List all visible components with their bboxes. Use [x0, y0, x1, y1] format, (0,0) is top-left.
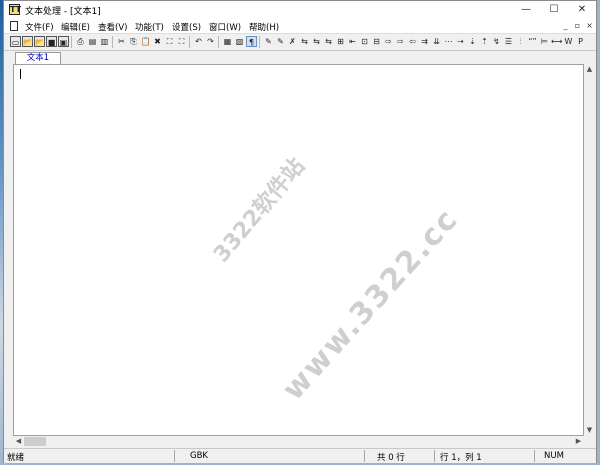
title-bar[interactable]: TT 文本处理 - [文本1] — ☐ ✕: [4, 1, 596, 19]
status-divider: [174, 450, 175, 462]
document-icon[interactable]: [10, 21, 18, 31]
tool-g-icon[interactable]: ⊞: [335, 36, 346, 47]
vertical-scrollbar[interactable]: ▲ ▼: [584, 64, 595, 436]
minimize-button[interactable]: —: [512, 1, 540, 19]
tool-q-icon[interactable]: ⇢: [455, 36, 466, 47]
tool-p-icon[interactable]: ⋯: [443, 36, 454, 47]
status-divider: [364, 450, 365, 462]
print-preview-icon[interactable]: ▤: [87, 36, 98, 47]
open-recent-icon[interactable]: 📂: [34, 36, 45, 47]
tool-c-icon[interactable]: ✗: [287, 36, 298, 47]
app-icon: TT: [9, 4, 22, 15]
tool-l-icon[interactable]: ⇨: [395, 36, 406, 47]
status-divider: [434, 450, 435, 462]
menu-settings[interactable]: 设置(S): [172, 21, 201, 33]
window-title: 文本处理 - [文本1]: [25, 7, 101, 17]
tool-o-icon[interactable]: ⇊: [431, 36, 442, 47]
mdi-minimize-button[interactable]: _: [560, 20, 571, 31]
tool-a-icon[interactable]: ✎: [263, 36, 274, 47]
text-editor[interactable]: 3322软件站 www.3322.cc: [13, 64, 584, 436]
tool-e-icon[interactable]: ⇆: [311, 36, 322, 47]
status-numlock: NUM: [544, 451, 564, 461]
menu-bar: 文件(F) 编辑(E) 查看(V) 功能(T) 设置(S) 窗口(W) 帮助(H…: [4, 19, 596, 33]
menu-help[interactable]: 帮助(H): [249, 21, 279, 33]
app-window: TT 文本处理 - [文本1] — ☐ ✕ 文件(F) 编辑(E) 查看(V) …: [3, 0, 597, 463]
scroll-up-arrow-icon[interactable]: ▲: [584, 64, 595, 75]
tool-v-icon[interactable]: ⫶: [515, 36, 526, 47]
tool-s-icon[interactable]: ⇡: [479, 36, 490, 47]
undo-icon[interactable]: ↶: [193, 36, 204, 47]
page-setup-icon[interactable]: ▥: [99, 36, 110, 47]
pilcrow-icon[interactable]: ¶: [246, 36, 257, 47]
p-icon[interactable]: P: [575, 36, 586, 47]
tool-u-icon[interactable]: ☰: [503, 36, 514, 47]
print-icon[interactable]: ⎙: [75, 36, 86, 47]
status-divider: [534, 450, 535, 462]
window-icon[interactable]: ▧: [234, 36, 245, 47]
tool-t-icon[interactable]: ↯: [491, 36, 502, 47]
status-ready: 就绪: [7, 453, 25, 463]
maximize-button[interactable]: ☐: [540, 1, 568, 19]
tool-i-icon[interactable]: ⊡: [359, 36, 370, 47]
tool-k-icon[interactable]: ⇨: [383, 36, 394, 47]
toolbar-separator: [112, 36, 113, 48]
menu-view[interactable]: 查看(V): [98, 21, 127, 33]
width-icon[interactable]: ⟷: [551, 36, 562, 47]
align-icon[interactable]: ⊨: [539, 36, 550, 47]
redo-icon[interactable]: ↷: [205, 36, 216, 47]
watermark-site-name: 3322软件站: [209, 153, 311, 268]
save-all-icon[interactable]: ▣: [58, 36, 69, 47]
toolbar-separator: [218, 36, 219, 48]
menu-window[interactable]: 窗口(W): [209, 21, 241, 33]
toolbar-separator: [259, 36, 260, 48]
status-cursor-position: 行 1，列 1: [440, 453, 482, 463]
tool-d-icon[interactable]: ⇆: [299, 36, 310, 47]
mdi-close-button[interactable]: ×: [584, 20, 595, 31]
copy-icon[interactable]: ⎘: [128, 36, 139, 47]
quote-icon[interactable]: “”: [527, 36, 538, 47]
cut-icon[interactable]: ✂: [116, 36, 127, 47]
menu-edit[interactable]: 编辑(E): [61, 21, 90, 33]
document-tabs: 文本1: [4, 50, 596, 64]
close-button[interactable]: ✕: [568, 1, 596, 19]
new-file-icon[interactable]: ▭: [10, 36, 21, 47]
tool-n-icon[interactable]: ⇉: [419, 36, 430, 47]
toolbar-separator: [71, 36, 72, 48]
scroll-down-arrow-icon[interactable]: ▼: [584, 425, 595, 436]
paste-icon[interactable]: 📋: [140, 36, 151, 47]
text-caret: [20, 69, 21, 79]
toolbar: ▭ 📂 📂 ■ ▣ ⎙ ▤ ▥ ✂ ⎘ 📋 ✖ ⛶ ⛶ ↶ ↷ ▦ ▧ ¶ ✎ ✎ ✗ ⇆ ⇆ ⇆ ⊞ ⇤ ⊡ ⊟ ⇨ ⇨ ⇦ ⇉ ⇊ ⋯ ⇢ ⇣ ⇡ ↯ ☰…: [4, 33, 596, 51]
menu-file[interactable]: 文件(F): [25, 21, 54, 33]
toolbar-separator: [189, 36, 190, 48]
w-icon[interactable]: W: [563, 36, 574, 47]
scroll-left-arrow-icon[interactable]: ◀: [13, 436, 24, 447]
find-icon[interactable]: ⛶: [164, 36, 175, 47]
scroll-right-arrow-icon[interactable]: ▶: [573, 436, 584, 447]
tool-m-icon[interactable]: ⇦: [407, 36, 418, 47]
delete-icon[interactable]: ✖: [152, 36, 163, 47]
tool-h-icon[interactable]: ⇤: [347, 36, 358, 47]
save-icon[interactable]: ■: [46, 36, 57, 47]
table-icon[interactable]: ▦: [222, 36, 233, 47]
mdi-restore-button[interactable]: ▫: [572, 20, 583, 31]
tool-j-icon[interactable]: ⊟: [371, 36, 382, 47]
tool-b-icon[interactable]: ✎: [275, 36, 286, 47]
tab-document-1[interactable]: 文本1: [15, 52, 61, 64]
status-encoding: GBK: [190, 451, 208, 461]
tool-f-icon[interactable]: ⇆: [323, 36, 334, 47]
horizontal-scroll-thumb[interactable]: [24, 437, 46, 446]
find-replace-icon[interactable]: ⛶: [176, 36, 187, 47]
horizontal-scrollbar[interactable]: ◀ ▶: [13, 436, 584, 447]
status-bar: 就绪 GBK 共 0 行 行 1，列 1 NUM: [4, 448, 596, 463]
status-line-count: 共 0 行: [377, 453, 405, 463]
menu-function[interactable]: 功能(T): [135, 21, 164, 33]
watermark-url: www.3322.cc: [275, 201, 466, 408]
tool-r-icon[interactable]: ⇣: [467, 36, 478, 47]
open-folder-icon[interactable]: 📂: [22, 36, 33, 47]
